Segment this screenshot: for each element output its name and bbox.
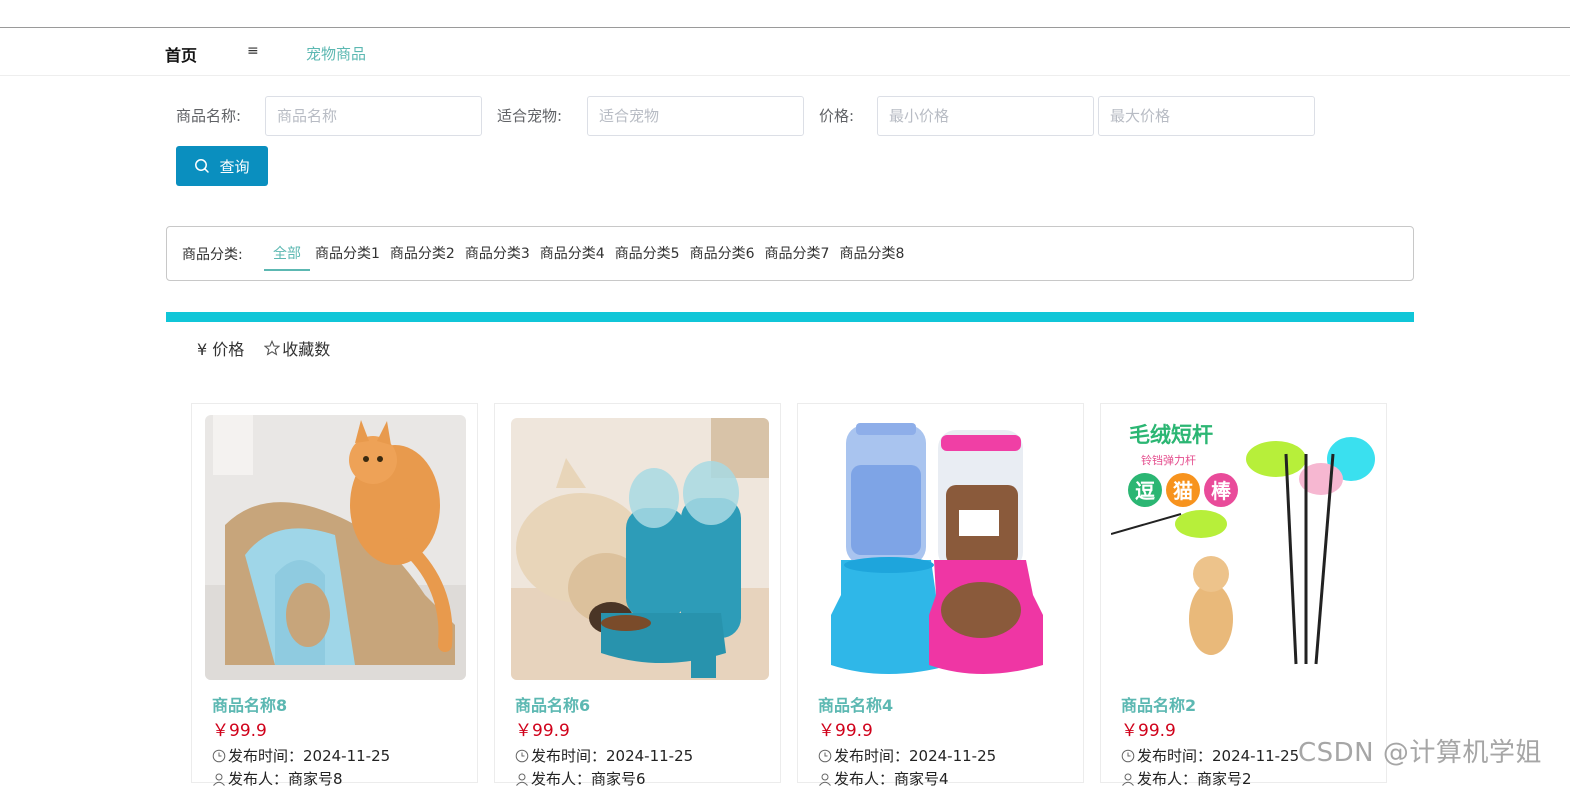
product-price: ￥99.9 [515, 721, 570, 741]
sort-by-favorites[interactable]: 收藏数 [264, 336, 330, 360]
category-item-6[interactable]: 商品分类6 [685, 227, 760, 282]
publisher-text: 发布人：商家号4 [834, 770, 949, 788]
product-name[interactable]: 商品名称6 [515, 692, 590, 716]
product-card[interactable]: 毛绒短杆 铃铛弹力杆 逗 猫 棒 商品名称2 ￥99.9 发布时间：2024-1… [1100, 403, 1387, 788]
product-name[interactable]: 商品名称4 [818, 692, 893, 716]
publish-time: 发布时间：2024-11-25 [212, 745, 390, 766]
publisher-text: 发布人：商家号8 [228, 770, 343, 788]
category-item-8[interactable]: 商品分类8 [834, 227, 909, 282]
nav-current-page[interactable]: 宠物商品 [306, 43, 366, 64]
clock-icon [515, 749, 529, 762]
category-item-1[interactable]: 商品分类1 [310, 227, 385, 282]
search-icon [195, 159, 210, 173]
product-card[interactable]: 商品名称4 ￥99.9 发布时间：2024-11-25 发布人：商家号4 [797, 403, 1084, 788]
category-item-7[interactable]: 商品分类7 [760, 227, 835, 282]
product-card[interactable]: 商品名称8 ￥99.9 发布时间：2024-11-25 发布人：商家号8 [191, 403, 478, 788]
category-item-5[interactable]: 商品分类5 [610, 227, 685, 282]
price-label: 价格: [819, 107, 855, 125]
sort-fav-label: 收藏数 [282, 340, 331, 359]
min-price-input[interactable] [877, 96, 1094, 136]
category-item-2[interactable]: 商品分类2 [385, 227, 460, 282]
product-card[interactable]: 商品名称6 ￥99.9 发布时间：2024-11-25 发布人：商家号6 [494, 403, 781, 788]
star-icon [264, 340, 281, 356]
sort-options: ¥ 价格 收藏数 [197, 336, 330, 360]
sort-price-label: ¥ 价格 [197, 340, 245, 359]
teaser-char-1: 逗 [1135, 479, 1155, 503]
publish-time-text: 发布时间：2024-11-25 [531, 747, 694, 765]
user-icon [819, 773, 831, 786]
publisher-text: 发布人：商家号6 [531, 770, 646, 788]
publish-time: 发布时间：2024-11-25 [515, 745, 693, 766]
search-button-label: 查询 [219, 157, 250, 176]
search-button[interactable]: 查询 [176, 146, 268, 186]
browser-top-strip [0, 0, 1570, 28]
cat-teaser-wand-image[interactable]: 毛绒短杆 铃铛弹力杆 逗 猫 棒 [1111, 414, 1381, 680]
product-name-label: 商品名称: [176, 107, 242, 125]
publisher: 发布人：商家号6 [515, 768, 646, 789]
water-food-dispenser-image[interactable] [811, 415, 1072, 680]
clock-icon [818, 749, 832, 762]
teaser-char-2: 猫 [1173, 479, 1193, 503]
publisher-text: 发布人：商家号2 [1137, 770, 1252, 788]
nav-home-link[interactable]: 首页 [165, 42, 197, 66]
category-item-all[interactable]: 全部 [264, 227, 310, 282]
cat-scratcher-image[interactable] [205, 415, 466, 680]
max-price-input[interactable] [1098, 96, 1315, 136]
publish-time: 发布时间：2024-11-25 [1121, 745, 1299, 766]
teaser-banner-line1: 毛绒短杆 [1129, 423, 1213, 447]
pet-type-input[interactable] [587, 96, 804, 136]
clock-icon [212, 749, 226, 762]
teaser-banner-line2: 铃铛弹力杆 [1141, 453, 1196, 467]
breadcrumb-nav: 首页 ≡ 宠物商品 [0, 29, 1570, 76]
category-item-4[interactable]: 商品分类4 [535, 227, 610, 282]
product-name[interactable]: 商品名称8 [212, 692, 287, 716]
nav-separator-icon: ≡ [247, 43, 259, 59]
category-filter-bar: 商品分类: 全部 商品分类1 商品分类2 商品分类3 商品分类4 商品分类5 商… [166, 226, 1414, 281]
product-price: ￥99.9 [1121, 721, 1176, 741]
user-icon [213, 773, 225, 786]
csdn-watermark: CSDN @计算机学姐 [1298, 738, 1542, 768]
category-item-3[interactable]: 商品分类3 [460, 227, 535, 282]
product-name[interactable]: 商品名称2 [1121, 692, 1196, 716]
teaser-char-3: 棒 [1211, 479, 1232, 503]
product-name-input[interactable] [265, 96, 482, 136]
publish-time-text: 发布时间：2024-11-25 [228, 747, 391, 765]
product-price: ￥99.9 [212, 721, 267, 741]
publish-time-text: 发布时间：2024-11-25 [1137, 747, 1300, 765]
publish-time: 发布时间：2024-11-25 [818, 745, 996, 766]
sort-by-price[interactable]: ¥ 价格 [197, 336, 244, 360]
product-price: ￥99.9 [818, 721, 873, 741]
publish-time-text: 发布时间：2024-11-25 [834, 747, 997, 765]
dog-feeder-image[interactable] [511, 418, 769, 680]
category-list: 全部 商品分类1 商品分类2 商品分类3 商品分类4 商品分类5 商品分类6 商… [264, 227, 909, 282]
pet-type-label: 适合宠物: [497, 107, 563, 125]
section-divider-bar [166, 312, 1414, 322]
publisher: 发布人：商家号2 [1121, 768, 1252, 789]
user-icon [1122, 773, 1134, 786]
publisher: 发布人：商家号4 [818, 768, 949, 789]
user-icon [516, 773, 528, 786]
category-label: 商品分类: [182, 247, 243, 263]
publisher: 发布人：商家号8 [212, 768, 343, 789]
clock-icon [1121, 749, 1135, 762]
